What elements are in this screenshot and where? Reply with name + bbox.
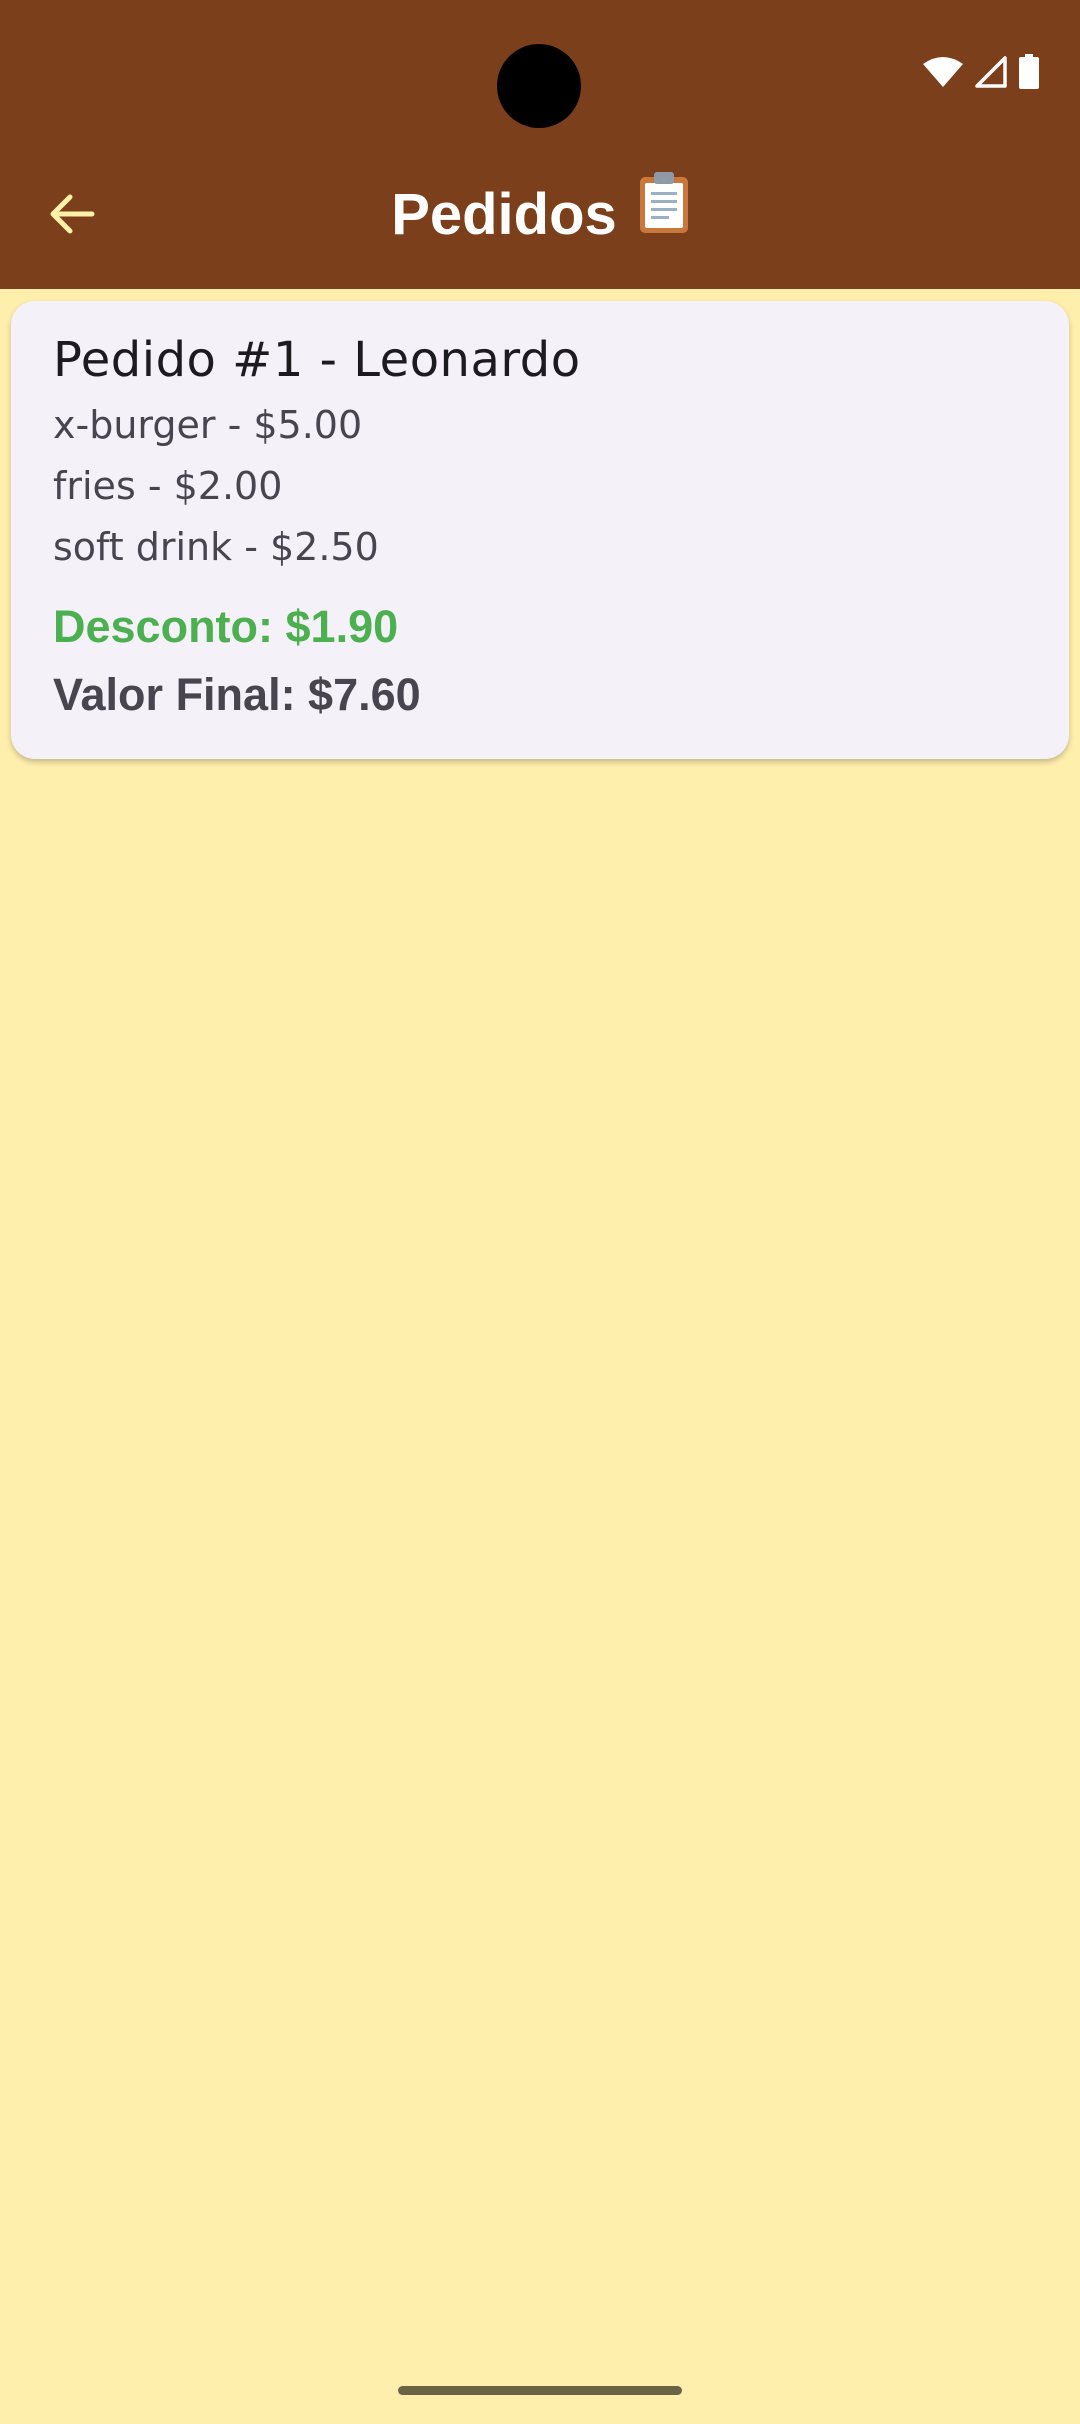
wifi-icon [922, 56, 964, 88]
home-indicator[interactable] [398, 2386, 682, 2395]
order-final-value: Valor Final: $7.60 [53, 669, 421, 720]
status-bar-icons [922, 52, 1040, 92]
app-bar: Pedidos [0, 0, 1080, 289]
clipboard-icon [639, 172, 689, 258]
order-card[interactable]: Pedido #1 - Leonardo x-burger - $5.00 fr… [11, 301, 1069, 759]
page-title-text: Pedidos [391, 182, 617, 247]
battery-icon [1018, 54, 1040, 90]
order-item: x-burger - $5.00 [53, 403, 363, 447]
order-item: soft drink - $2.50 [53, 525, 379, 569]
order-discount: Desconto: $1.90 [53, 601, 399, 652]
order-item: fries - $2.00 [53, 464, 283, 508]
order-title: Pedido #1 - Leonardo [53, 332, 581, 388]
camera-cutout [497, 44, 581, 128]
cellular-signal-icon [974, 55, 1008, 89]
page-title: Pedidos [0, 172, 1080, 258]
